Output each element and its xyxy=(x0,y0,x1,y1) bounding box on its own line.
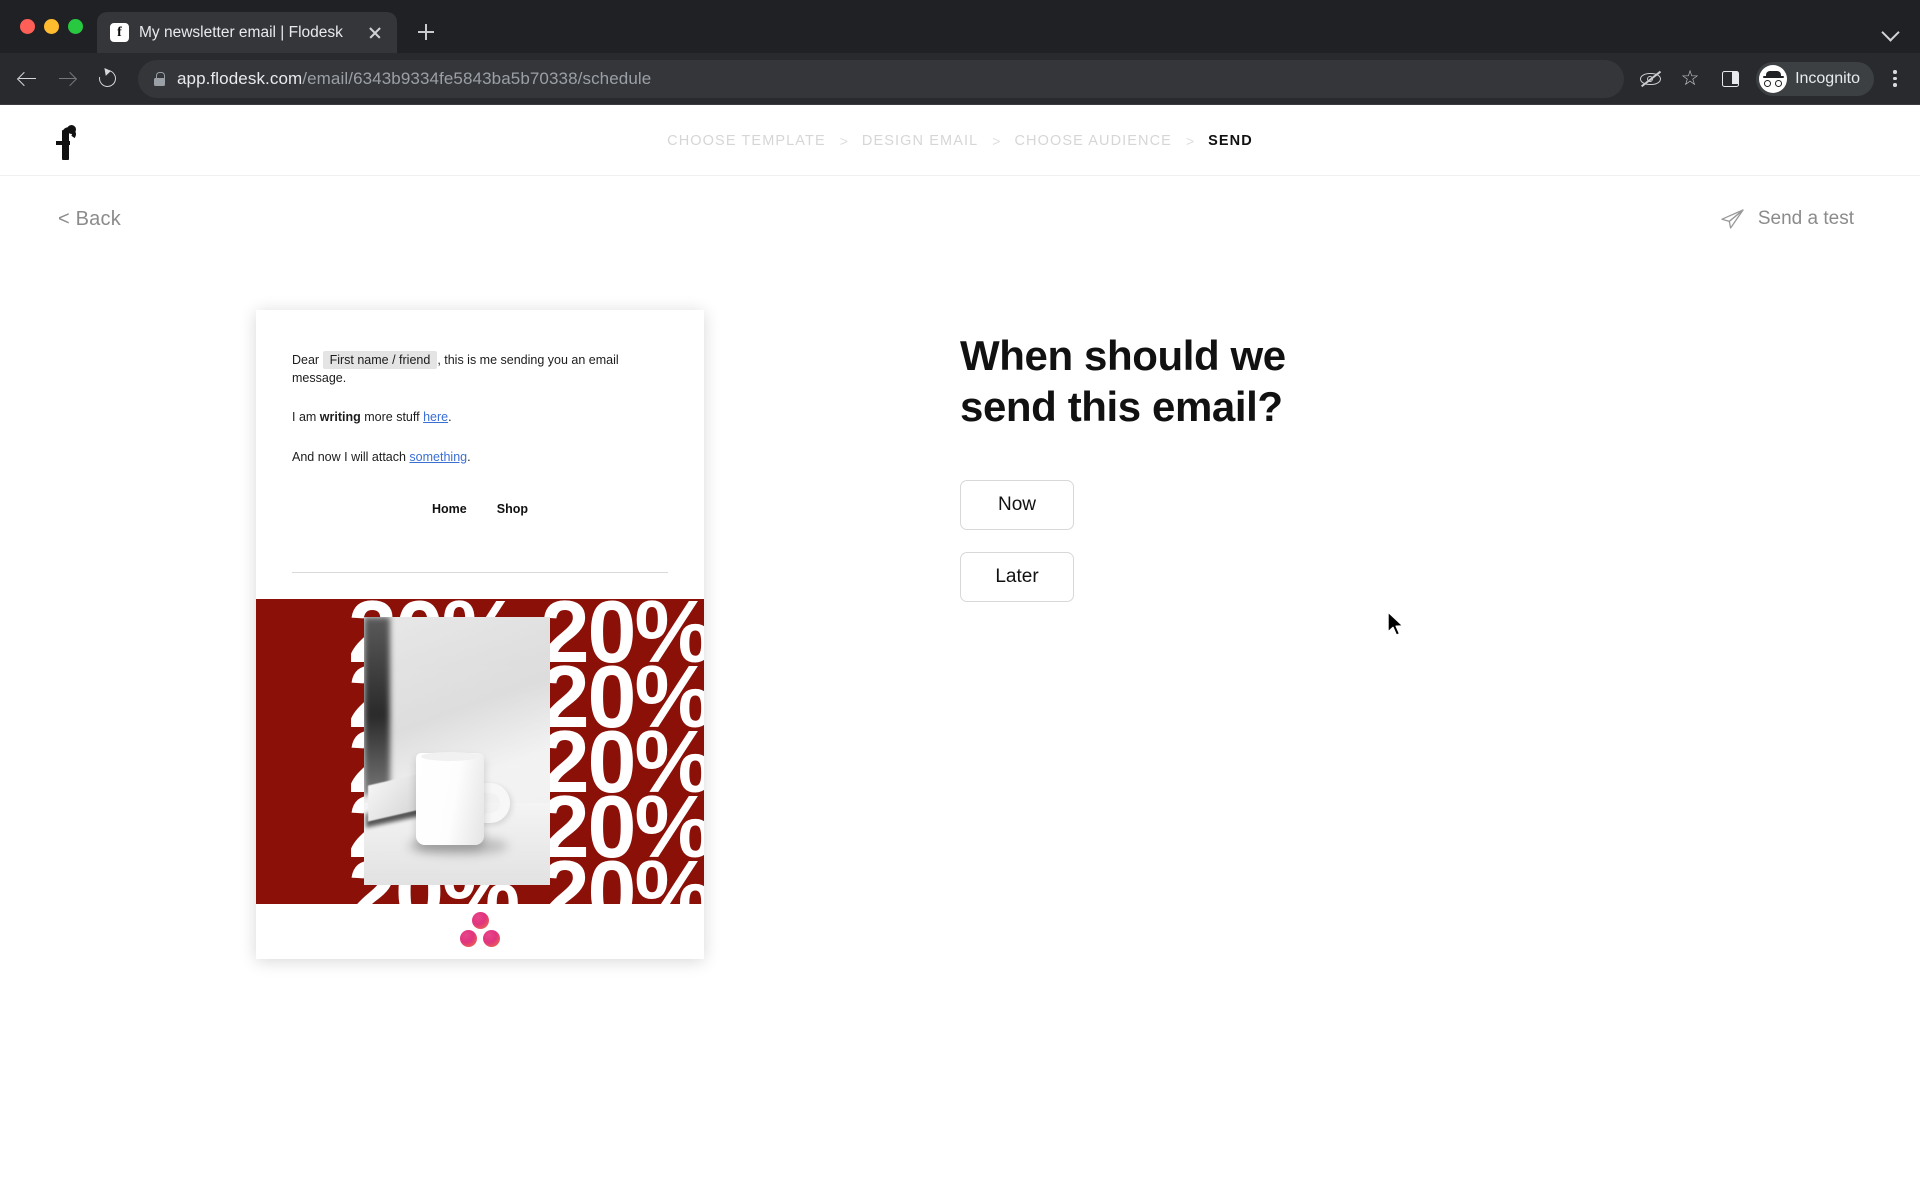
flodesk-dots-logo-icon xyxy=(459,911,501,948)
breadcrumb: CHOOSE TEMPLATE > DESIGN EMAIL > CHOOSE … xyxy=(0,133,1920,149)
email-body: Dear First name / friend, this is me sen… xyxy=(256,310,704,550)
tab-search-chevron-down-icon[interactable] xyxy=(1876,17,1904,45)
eye-slash-icon xyxy=(1639,70,1661,87)
reload-button[interactable] xyxy=(88,60,126,98)
minimize-window-button[interactable] xyxy=(44,19,59,34)
line3-pre: And now I will attach xyxy=(292,449,410,464)
email-line-3: And now I will attach something. xyxy=(292,449,668,467)
send-a-test-label: Send a test xyxy=(1757,208,1854,229)
breadcrumb-step-send[interactable]: SEND xyxy=(1208,133,1253,149)
toolbar-actions: ☆ Incognito xyxy=(1632,61,1910,97)
breadcrumb-step-design-email[interactable]: DESIGN EMAIL xyxy=(862,133,978,149)
email-nav-home[interactable]: Home xyxy=(432,502,467,516)
tab-strip-right xyxy=(1876,17,1904,45)
breadcrumb-step-choose-template[interactable]: CHOOSE TEMPLATE xyxy=(667,133,826,149)
sub-toolbar: < Back Send a test xyxy=(0,176,1920,262)
schedule-later-button[interactable]: Later xyxy=(960,552,1074,603)
browser-window: f My newsletter email | Flodesk app.flod… xyxy=(0,0,1920,1200)
hero-mug-photo xyxy=(364,617,550,885)
url-path: /email/6343b9334fe5843ba5b70338/schedule xyxy=(302,68,652,88)
url-host: app.flodesk.com xyxy=(177,68,303,88)
merge-tag-first-name: First name / friend xyxy=(322,351,438,369)
app-header: CHOOSE TEMPLATE > DESIGN EMAIL > CHOOSE … xyxy=(0,106,1920,176)
window-traffic-lights xyxy=(12,0,97,53)
email-divider xyxy=(292,572,668,573)
email-hero-image: 20% 20% 20% 20% 20% 20% 20% 20% 20% 20% … xyxy=(256,599,704,904)
line2-bold: writing xyxy=(319,410,361,424)
back-button[interactable] xyxy=(8,60,46,98)
line2-end: . xyxy=(448,410,452,424)
maximize-window-button[interactable] xyxy=(68,19,83,34)
breadcrumb-step-choose-audience[interactable]: CHOOSE AUDIENCE xyxy=(1014,133,1172,149)
browser-toolbar: app.flodesk.com/email/6343b9334fe5843ba5… xyxy=(0,53,1920,105)
lock-icon xyxy=(154,71,165,86)
tab-strip: f My newsletter email | Flodesk xyxy=(0,0,1920,53)
schedule-question: When should we send this email? xyxy=(960,332,1286,431)
reload-icon xyxy=(95,66,119,91)
email-footer xyxy=(256,904,704,959)
paper-plane-icon xyxy=(1720,208,1745,230)
incognito-label: Incognito xyxy=(1795,69,1860,87)
url-text: app.flodesk.com/email/6343b9334fe5843ba5… xyxy=(177,69,651,89)
line3-end: . xyxy=(467,449,471,464)
email-line-2: I am writing more stuff here. xyxy=(292,409,668,427)
close-window-button[interactable] xyxy=(20,19,35,34)
schedule-options: Now Later xyxy=(960,480,1390,603)
side-panel-button[interactable] xyxy=(1712,61,1748,97)
breadcrumb-separator-1: > xyxy=(839,132,848,149)
email-nav-shop[interactable]: Shop xyxy=(497,502,528,516)
side-panel-icon xyxy=(1721,70,1739,87)
send-a-test-button[interactable]: Send a test xyxy=(1720,208,1854,230)
new-tab-button[interactable] xyxy=(409,15,443,49)
flodesk-logo-icon[interactable] xyxy=(52,122,82,160)
email-nav-links: Home Shop xyxy=(292,488,668,516)
browser-tab[interactable]: f My newsletter email | Flodesk xyxy=(97,12,397,53)
email-greeting-line: Dear First name / friend, this is me sen… xyxy=(292,351,668,387)
address-bar[interactable]: app.flodesk.com/email/6343b9334fe5843ba5… xyxy=(138,59,1625,98)
tab-title: My newsletter email | Flodesk xyxy=(139,23,343,41)
email-preview-column: Dear First name / friend, this is me sen… xyxy=(0,310,960,959)
bookmark-button[interactable]: ☆ xyxy=(1672,61,1708,97)
forward-button[interactable] xyxy=(48,60,86,98)
forward-arrow-icon xyxy=(58,70,76,87)
greeting-prefix: Dear xyxy=(292,353,320,367)
flodesk-favicon: f xyxy=(110,23,129,42)
chrome-menu-kebab-icon[interactable] xyxy=(1880,61,1910,97)
line2-mid: more stuff xyxy=(360,410,424,424)
breadcrumb-separator-3: > xyxy=(1185,132,1195,149)
email-link-here[interactable]: here xyxy=(423,410,448,424)
email-preview-card[interactable]: Dear First name / friend, this is me sen… xyxy=(256,310,704,959)
back-arrow-icon xyxy=(18,70,36,87)
page-content: CHOOSE TEMPLATE > DESIGN EMAIL > CHOOSE … xyxy=(0,106,1920,1200)
incognito-avatar-icon xyxy=(1759,64,1788,93)
close-tab-icon[interactable] xyxy=(365,23,385,43)
back-link[interactable]: < Back xyxy=(58,208,121,231)
schedule-panel: When should we send this email? Now Late… xyxy=(960,310,1390,603)
line2-pre: I am xyxy=(292,410,320,424)
schedule-now-button[interactable]: Now xyxy=(960,480,1074,531)
star-icon: ☆ xyxy=(1680,67,1700,90)
breadcrumb-separator-2: > xyxy=(992,132,1001,149)
main-area: Dear First name / friend, this is me sen… xyxy=(0,310,1920,959)
incognito-profile-button[interactable]: Incognito xyxy=(1756,61,1874,96)
eye-slash-button[interactable] xyxy=(1632,61,1668,97)
email-link-something[interactable]: something xyxy=(409,450,467,464)
